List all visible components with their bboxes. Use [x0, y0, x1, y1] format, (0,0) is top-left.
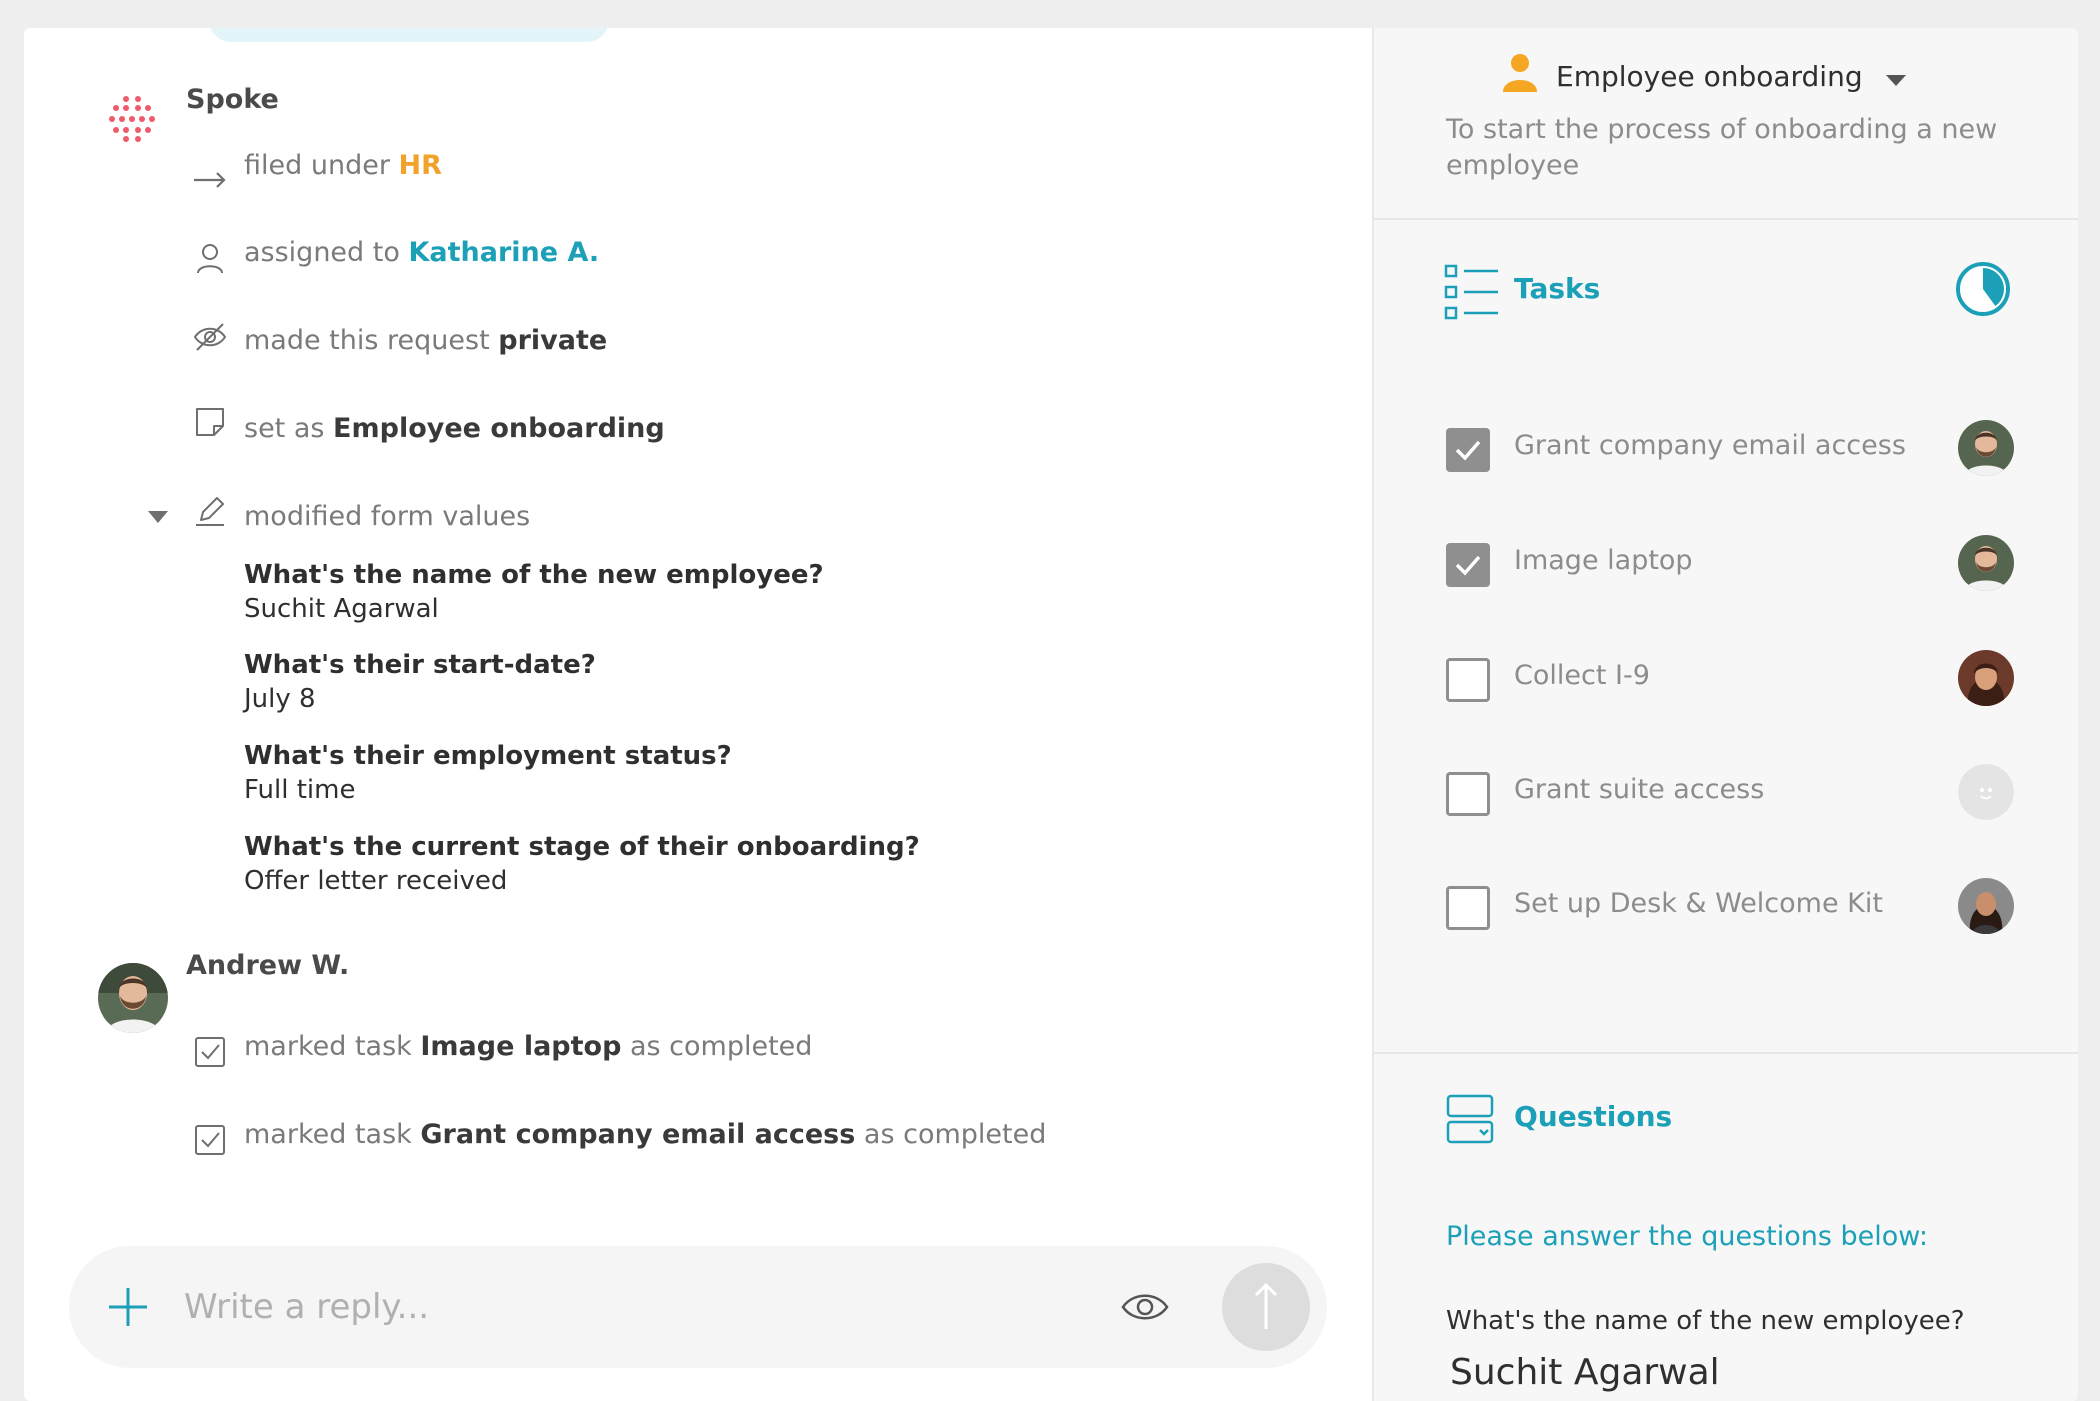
task-link[interactable]: Grant company email access — [420, 1119, 855, 1150]
divider — [1374, 218, 2078, 220]
spoke-logo-icon — [107, 94, 157, 144]
request-type-label: Employee onboarding — [1556, 60, 1863, 93]
plus-icon[interactable] — [107, 1286, 149, 1328]
form-question: What's the name of the new employee? — [244, 560, 824, 590]
event-author: Andrew W. — [186, 950, 350, 981]
task-label: Collect I-9 — [1514, 660, 1650, 691]
task-item[interactable]: Set up Desk & Welcome Kit — [1374, 878, 2078, 956]
questions-heading: Questions — [1514, 1100, 1673, 1133]
task-progress-icon — [1954, 260, 2012, 318]
questions-form-icon — [1446, 1094, 1494, 1144]
reply-composer — [69, 1246, 1327, 1368]
divider — [1374, 1052, 2078, 1054]
form-question: What's the current stage of their onboar… — [244, 832, 920, 862]
send-button[interactable] — [1222, 1263, 1310, 1351]
form-answer: Full time — [244, 775, 356, 805]
eye-hidden-icon — [192, 318, 228, 354]
collapse-toggle-icon[interactable] — [148, 510, 168, 524]
activity-task-completed: marked task Grant company email access a… — [244, 1119, 1047, 1150]
activity-filed-under: filed under HR — [244, 150, 442, 181]
event-author: Spoke — [186, 84, 279, 115]
avatar[interactable] — [1958, 764, 2014, 820]
assignee-link[interactable]: Katharine A. — [408, 237, 599, 268]
task-list-icon — [1444, 264, 1500, 320]
activity-set-as: set as Employee onboarding — [244, 413, 665, 444]
task-label: Image laptop — [1514, 545, 1693, 576]
task-checkbox[interactable] — [1446, 658, 1490, 702]
request-card: Spoke filed under HR assigned to Kathari… — [24, 28, 2078, 1401]
form-answer: Suchit Agarwal — [244, 594, 439, 624]
activity-task-completed: marked task Image laptop as completed — [244, 1031, 813, 1062]
note-icon — [192, 404, 228, 440]
activity-feed: Spoke filed under HR assigned to Kathari… — [24, 28, 1372, 1401]
activity-modified-form: modified form values — [244, 501, 531, 532]
avatar[interactable] — [1958, 535, 2014, 591]
tasks-heading: Tasks — [1514, 272, 1601, 305]
arrow-right-icon — [192, 162, 228, 198]
request-type-description: To start the process of onboarding a new… — [1446, 114, 1998, 181]
eye-icon[interactable] — [1121, 1286, 1169, 1328]
checkbox-icon — [192, 1034, 228, 1070]
task-checkbox[interactable] — [1446, 428, 1490, 472]
request-details-panel: Employee onboarding To start the process… — [1372, 28, 2078, 1401]
avatar[interactable] — [98, 963, 168, 1033]
person-icon — [192, 240, 228, 276]
task-checkbox[interactable] — [1446, 543, 1490, 587]
question-answer-field[interactable]: Suchit Agarwal — [1450, 1352, 1720, 1393]
avatar[interactable] — [1958, 650, 2014, 706]
request-type-selector[interactable]: Employee onboarding — [1502, 50, 1942, 102]
task-label: Set up Desk & Welcome Kit — [1514, 888, 1883, 919]
questions-prompt: Please answer the questions below: — [1446, 1221, 1928, 1252]
form-question: What's their start-date? — [244, 650, 596, 680]
task-item[interactable]: Collect I-9 — [1374, 650, 2078, 728]
person-icon — [1502, 52, 1538, 92]
checkbox-icon — [192, 1122, 228, 1158]
reply-input[interactable] — [184, 1276, 1064, 1338]
activity-made-private: made this request private — [244, 325, 608, 356]
question-label: What's the name of the new employee? — [1446, 1306, 1965, 1336]
activity-assigned-to: assigned to Katharine A. — [244, 237, 600, 268]
task-label: Grant company email access — [1514, 430, 1906, 461]
arrow-up-icon — [1254, 1282, 1278, 1329]
task-link[interactable]: Image laptop — [420, 1031, 621, 1062]
avatar[interactable] — [1958, 420, 2014, 476]
task-checkbox[interactable] — [1446, 772, 1490, 816]
task-checkbox[interactable] — [1446, 886, 1490, 930]
task-item[interactable]: Image laptop — [1374, 535, 2078, 613]
form-answer: Offer letter received — [244, 866, 508, 896]
form-answer: July 8 — [244, 684, 316, 714]
task-item[interactable]: Grant suite access — [1374, 764, 2078, 842]
task-label: Grant suite access — [1514, 774, 1765, 805]
category-link[interactable]: HR — [399, 150, 442, 181]
task-item[interactable]: Grant company email access — [1374, 420, 2078, 498]
form-question: What's their employment status? — [244, 741, 732, 771]
avatar[interactable] — [1958, 878, 2014, 934]
edit-icon — [192, 494, 228, 530]
chevron-down-icon — [1886, 72, 1906, 86]
